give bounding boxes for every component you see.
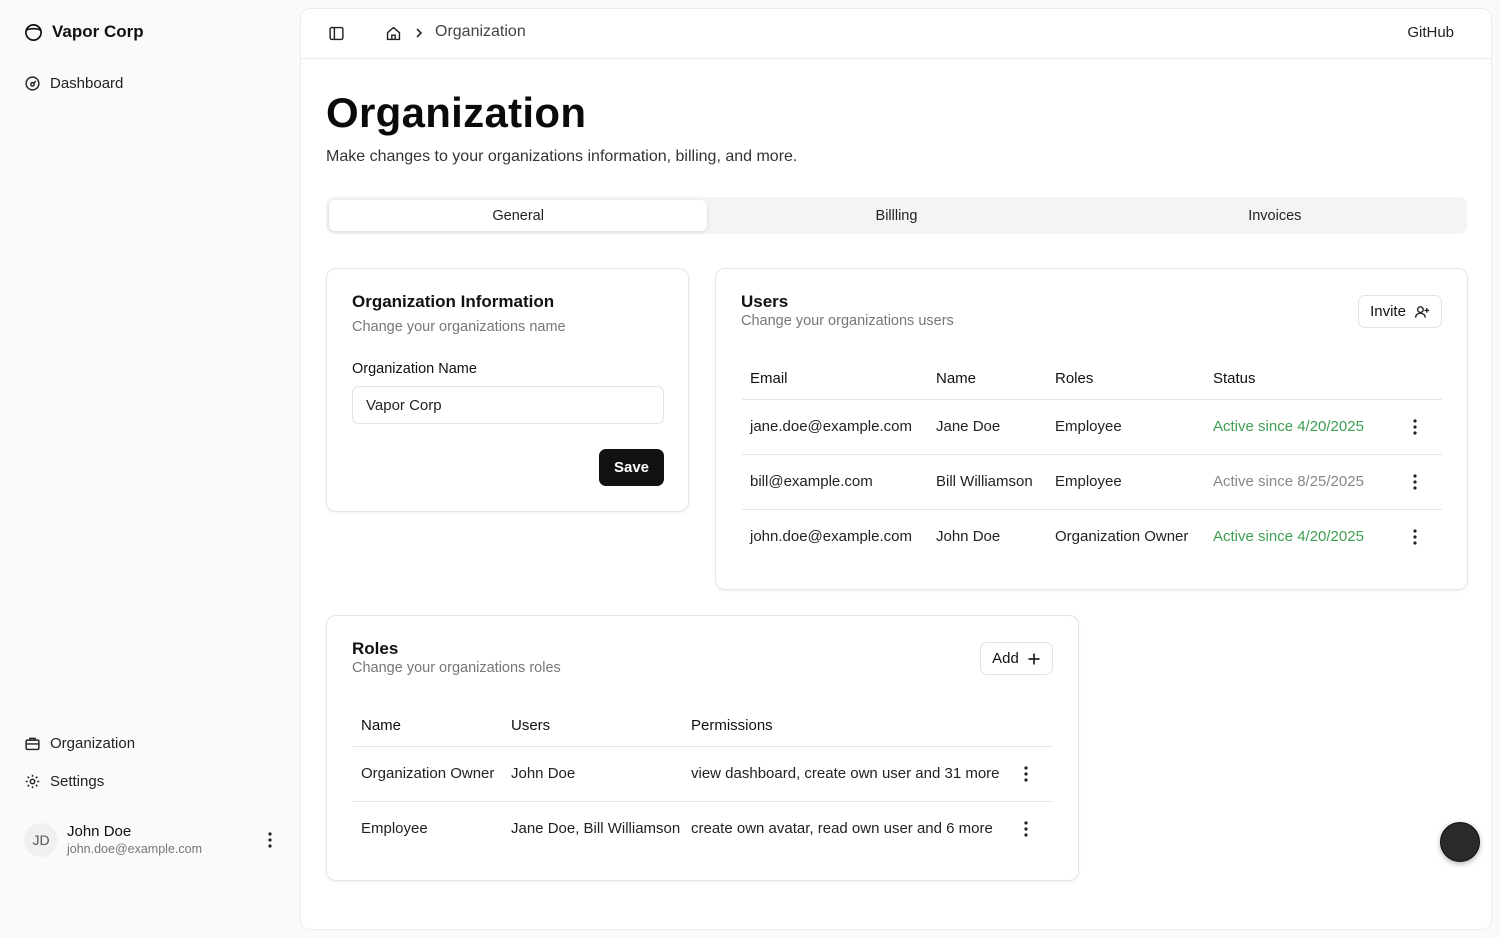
table-row: bill@example.com Bill Williamson Employe… (742, 454, 1442, 510)
save-button[interactable]: Save (599, 449, 664, 486)
gear-icon (24, 773, 41, 790)
user-name: Bill Williamson (928, 454, 1047, 510)
row-actions-icon[interactable] (1008, 801, 1053, 856)
add-role-button[interactable]: Add (980, 642, 1053, 675)
user-plus-icon (1414, 304, 1430, 320)
organization-info-card: Organization Information Change your org… (326, 268, 689, 512)
plus-icon (1027, 652, 1041, 666)
role-name: Employee (361, 820, 428, 838)
column-header-actions (1395, 359, 1442, 400)
sidebar-item-organization[interactable]: Organization (24, 732, 135, 754)
topbar: Organization GitHub (301, 9, 1491, 59)
sidebar: Vapor Corp Dashboard Organization Settin… (0, 0, 299, 938)
sidebar-toggle-icon[interactable] (328, 25, 345, 42)
user-status: Active since 8/25/2025 (1205, 454, 1395, 510)
role-name: Organization Owner (353, 746, 503, 802)
card-title: Users (741, 292, 789, 311)
sidebar-item-settings[interactable]: Settings (24, 770, 104, 792)
briefcase-icon (24, 735, 41, 752)
tab-general[interactable]: General (329, 200, 708, 231)
card-title: Organization Information (352, 292, 555, 311)
card-description: Change your organizations roles (352, 660, 561, 676)
table-header-row: Email Name Roles Status (742, 359, 1442, 400)
table-row: Employee Jane Doe, Bill Williamson creat… (353, 801, 1053, 856)
column-header-name: Name (353, 706, 503, 747)
table-header-row: Name Users Permissions (353, 706, 1053, 747)
user-email: john.doe@example.com (67, 842, 202, 856)
user-email: bill@example.com (742, 454, 928, 510)
floating-action-button[interactable] (1440, 822, 1480, 862)
user-name: Jane Doe (928, 399, 1047, 455)
sidebar-item-dashboard[interactable]: Dashboard (24, 72, 123, 94)
user-role: Employee (1047, 399, 1205, 455)
brand-name: Vapor Corp (52, 22, 144, 41)
brand[interactable]: Vapor Corp (24, 20, 144, 44)
avatar: JD (24, 823, 58, 857)
tab-invoices[interactable]: Invoices (1086, 200, 1464, 231)
brand-logo-icon (24, 23, 43, 42)
tab-billing[interactable]: Billling (707, 200, 1085, 231)
main-panel: Organization GitHub Organization Make ch… (300, 8, 1492, 930)
user-email: jane.doe@example.com (742, 399, 928, 455)
column-header-roles: Roles (1047, 359, 1205, 400)
github-link[interactable]: GitHub (1407, 24, 1454, 41)
column-header-status: Status (1205, 359, 1395, 400)
sidebar-item-label: Settings (50, 772, 105, 790)
user-name: John Doe (67, 823, 132, 840)
users-table: Email Name Roles Status jane.doe@example… (742, 359, 1442, 564)
sidebar-item-label: Organization (50, 734, 136, 752)
user-name: John Doe (936, 528, 1001, 546)
card-description: Change your organizations users (741, 313, 954, 329)
role-users: Jane Doe, Bill Williamson (511, 820, 681, 838)
table-row: john.doe@example.com John Doe Organizati… (742, 509, 1442, 564)
role-permissions: view dashboard, create own user and 31 m… (683, 746, 1008, 802)
users-card: Users Change your organizations users In… (715, 268, 1468, 590)
column-header-users: Users (503, 706, 683, 747)
column-header-email: Email (742, 359, 928, 400)
row-actions-icon[interactable] (1395, 399, 1442, 455)
column-header-name: Name (928, 359, 1047, 400)
tabs: General Billling Invoices (326, 197, 1467, 234)
breadcrumb: Organization (435, 23, 526, 40)
page-subtitle: Make changes to your organizations infor… (326, 148, 798, 165)
row-actions-icon[interactable] (1395, 509, 1442, 564)
card-title: Roles (352, 639, 399, 658)
dashboard-gauge-icon (24, 75, 41, 92)
user-status: Active since 4/20/2025 (1205, 399, 1395, 455)
user-role: Employee (1047, 454, 1205, 510)
row-actions-icon[interactable] (1395, 454, 1442, 510)
table-row: Organization Owner John Doe view dashboa… (353, 746, 1053, 802)
invite-button-label: Invite (1370, 303, 1406, 320)
roles-table: Name Users Permissions Organization Owne… (353, 706, 1053, 856)
sidebar-item-label: Dashboard (50, 74, 124, 92)
add-button-label: Add (992, 650, 1019, 667)
card-description: Change your organizations name (352, 319, 566, 335)
roles-card: Roles Change your organizations roles Ad… (326, 615, 1079, 881)
invite-button[interactable]: Invite (1358, 295, 1442, 328)
user-menu[interactable]: JD John Doe john.doe@example.com (24, 820, 280, 860)
organization-name-input[interactable] (352, 386, 664, 424)
table-row: jane.doe@example.com Jane Doe Employee A… (742, 399, 1442, 455)
chevron-right-icon (413, 27, 425, 39)
user-more-icon[interactable] (260, 830, 280, 850)
column-header-permissions: Permissions (683, 706, 1008, 747)
user-status: Active since 4/20/2025 (1213, 528, 1364, 546)
organization-name-label: Organization Name (352, 361, 477, 377)
row-actions-icon[interactable] (1008, 746, 1053, 802)
home-icon[interactable] (385, 25, 402, 42)
user-email: john.doe@example.com (750, 528, 912, 546)
page-title: Organization (326, 89, 587, 136)
user-role: Organization Owner (1055, 528, 1189, 546)
column-header-actions (1008, 706, 1053, 747)
role-permissions: create own avatar, read own user and 6 m… (691, 820, 993, 838)
role-users: John Doe (503, 746, 683, 802)
